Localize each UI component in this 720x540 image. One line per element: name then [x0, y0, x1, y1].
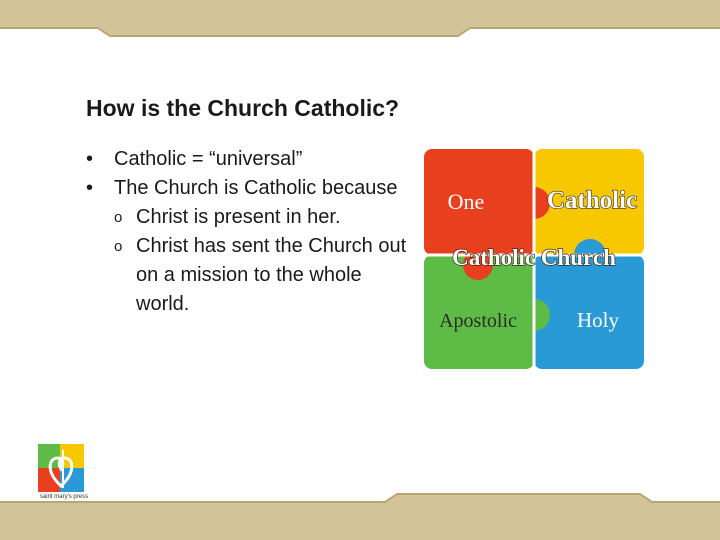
subbullet-marker: o [114, 238, 123, 255]
slide-title: How is the Church Catholic? [86, 95, 400, 121]
puzzle-label-holy: Holy [577, 308, 620, 332]
bullet-list: • Catholic = “universal” • The Church is… [86, 145, 416, 319]
puzzle-label-apostolic: Apostolic [439, 310, 517, 332]
puzzle-label-center: Catholic Church [452, 245, 616, 270]
top-band [0, 0, 720, 40]
subbullet-text: Christ is present in her. [136, 206, 341, 228]
bullet-text: The Church is Catholic because [114, 177, 398, 199]
bullet-item: • The Church is Catholic because [86, 174, 416, 203]
subbullet-marker: o [114, 209, 123, 226]
bullet-item: • Catholic = “universal” [86, 145, 416, 174]
bullet-text: Catholic = “universal” [114, 148, 303, 170]
puzzle-label-catholic: Catholic [547, 187, 637, 214]
puzzle-graphic: One Catholic Catholic Church Apostolic H… [420, 145, 648, 373]
subbullet-item: o Christ is present in her. [86, 203, 416, 232]
bullet-marker: • [86, 177, 94, 199]
bullet-marker: • [86, 148, 94, 170]
bottom-band [0, 492, 720, 540]
subbullet-text: Christ has sent the Church out on a miss… [136, 235, 407, 315]
puzzle-label-one: One [448, 189, 485, 214]
subbullet-item: o Christ has sent the Church out on a mi… [86, 232, 416, 319]
